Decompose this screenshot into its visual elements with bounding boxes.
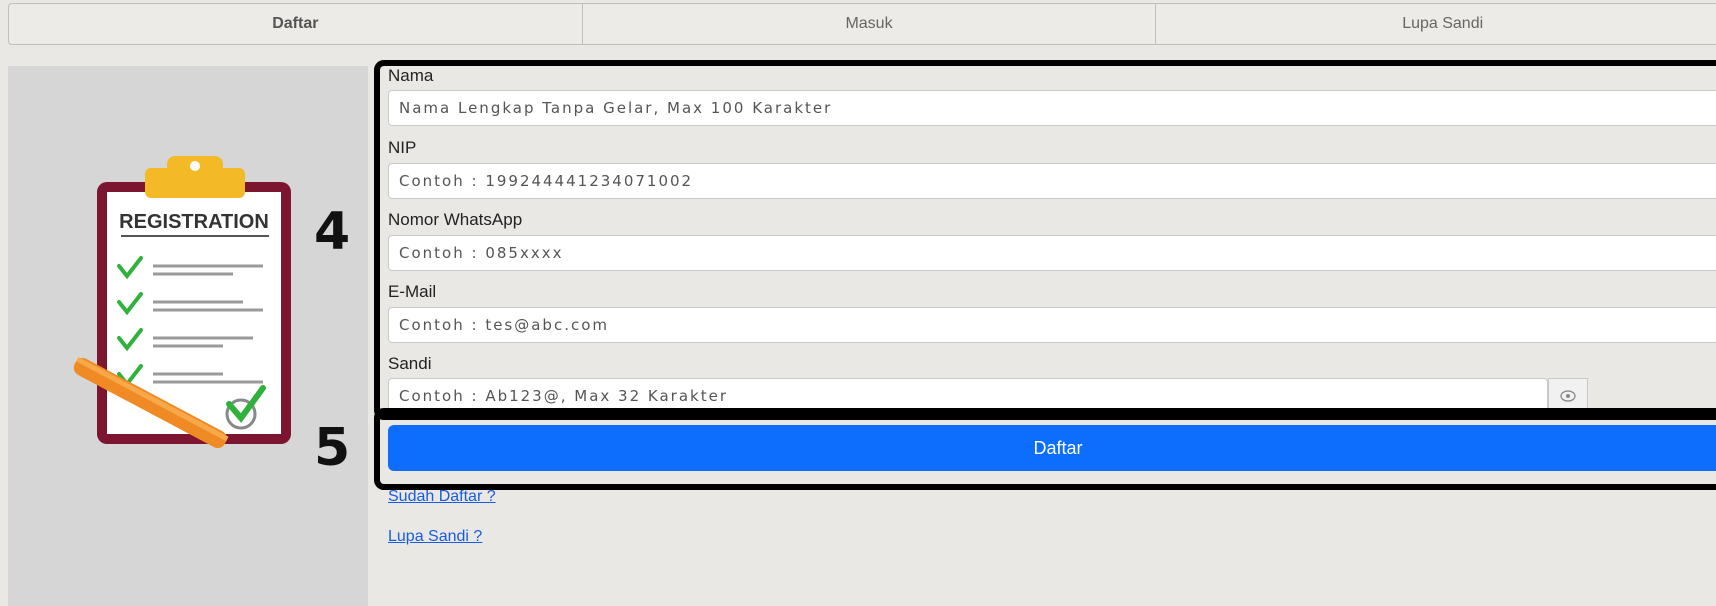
annotation-number-5: 5 (314, 418, 351, 478)
tab-masuk[interactable]: Masuk (583, 4, 1157, 44)
illustration-panel: REGISTRATION (8, 66, 368, 606)
tab-bar: Daftar Masuk Lupa Sandi (8, 3, 1716, 45)
sudah-daftar-link[interactable]: Sudah Daftar ? (388, 488, 496, 506)
annotation-number-4: 4 (314, 202, 351, 262)
lupa-sandi-link[interactable]: Lupa Sandi ? (388, 528, 482, 546)
highlight-box-form-fields (374, 60, 1716, 420)
tab-lupa-sandi[interactable]: Lupa Sandi (1156, 4, 1716, 44)
registration-clipboard-icon: REGISTRATION (73, 156, 291, 449)
illustration-title: REGISTRATION (119, 211, 269, 233)
highlight-box-submit (374, 408, 1716, 490)
tab-daftar[interactable]: Daftar (9, 4, 583, 44)
